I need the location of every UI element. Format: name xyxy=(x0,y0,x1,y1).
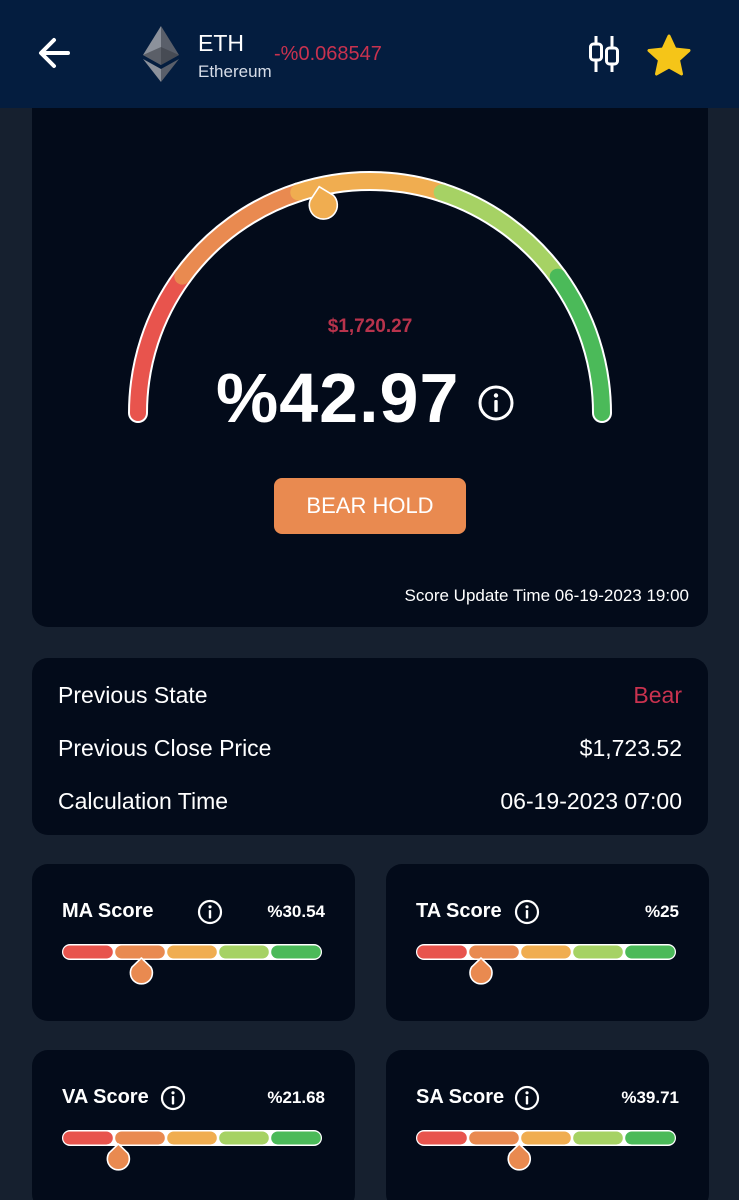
score-bar-segment xyxy=(219,945,269,959)
calculation-time-value: 06-19-2023 07:00 xyxy=(500,788,682,814)
score-bar-segment xyxy=(271,945,321,959)
score-bar-segment xyxy=(417,945,467,959)
ta-score-bar xyxy=(416,944,676,985)
score-bar-segment xyxy=(573,945,623,959)
star-icon[interactable] xyxy=(646,33,692,79)
coin-name: Ethereum xyxy=(198,62,272,81)
ta-score-percent: %25 xyxy=(644,902,679,921)
info-icon[interactable] xyxy=(196,898,224,926)
previous-close-price-label: Previous Close Price xyxy=(58,735,272,761)
ta-score-card[interactable]: TA Score %25 xyxy=(386,864,709,1021)
score-bar-segment xyxy=(469,1131,519,1145)
ma-score-title: MA Score xyxy=(62,900,154,922)
sa-score-card[interactable]: SA Score %39.71 xyxy=(386,1050,709,1200)
top-bar: ETH Ethereum -%0.068547 xyxy=(0,0,739,108)
ma-score-bar xyxy=(62,944,322,985)
score-value: %42.97 xyxy=(216,359,460,437)
score-bar-segment xyxy=(521,945,571,959)
info-icon[interactable] xyxy=(476,383,516,423)
score-gauge-card: $1,720.27 %42.97 BEAR HOLD Score Update … xyxy=(32,108,708,627)
previous-close-price-value: $1,723.52 xyxy=(579,735,682,761)
ethereum-logo-icon xyxy=(143,26,179,82)
previous-state-card: Previous State Bear Previous Close Price… xyxy=(32,658,708,835)
calculation-time-row: Calculation Time 06-19-2023 07:00 xyxy=(58,788,682,818)
sa-score-title: SA Score xyxy=(416,1086,505,1108)
score-bar-pointer xyxy=(129,957,154,985)
va-score-card[interactable]: VA Score %21.68 xyxy=(32,1050,355,1200)
score-bar-segment xyxy=(115,945,165,959)
previous-state-value: Bear xyxy=(633,682,682,708)
gauge-segment xyxy=(174,184,307,285)
score-bar-pointer xyxy=(469,957,493,985)
score-update-time: Score Update Time 06-19-2023 19:00 xyxy=(404,586,689,605)
ma-score-card[interactable]: MA Score %30.54 xyxy=(32,864,355,1021)
score-bar-segment xyxy=(63,945,113,959)
ma-score-percent: %30.54 xyxy=(267,902,325,921)
candlestick-chart-icon[interactable] xyxy=(587,34,621,74)
previous-state-label: Previous State xyxy=(58,682,208,708)
sa-score-percent: %39.71 xyxy=(621,1088,679,1107)
score-bar-segment xyxy=(271,1131,321,1145)
score-bar-segment xyxy=(625,945,675,959)
score-bar-segment xyxy=(115,1131,165,1145)
info-icon[interactable] xyxy=(159,1084,187,1112)
score-bar-segment xyxy=(573,1131,623,1145)
info-icon[interactable] xyxy=(513,898,541,926)
previous-state-row: Previous State Bear xyxy=(58,682,682,712)
current-price: $1,720.27 xyxy=(327,316,413,337)
score-bar-pointer xyxy=(106,1143,131,1171)
gauge-segment xyxy=(433,184,566,285)
score-bar-segment xyxy=(417,1131,467,1145)
va-score-bar xyxy=(62,1130,322,1171)
back-arrow-icon[interactable] xyxy=(32,30,76,76)
calculation-time-label: Calculation Time xyxy=(58,788,229,814)
score-bar-segment xyxy=(63,1131,113,1145)
gauge-segment xyxy=(130,268,191,421)
score-bar-segment xyxy=(521,1131,571,1145)
coin-symbol: ETH xyxy=(198,30,244,56)
score-bar-segment xyxy=(625,1131,675,1145)
ta-score-title: TA Score xyxy=(416,900,502,922)
va-score-percent: %21.68 xyxy=(267,1088,325,1107)
gauge-segment xyxy=(549,268,610,421)
state-badge-button[interactable]: BEAR HOLD xyxy=(274,478,466,534)
score-bar-segment xyxy=(167,945,217,959)
va-score-title: VA Score xyxy=(62,1086,149,1108)
score-bar-segment xyxy=(469,945,519,959)
score-bar-segment xyxy=(167,1131,217,1145)
info-icon[interactable] xyxy=(513,1084,541,1112)
score-bar-segment xyxy=(219,1131,269,1145)
price-change: -%0.068547 xyxy=(274,43,382,65)
sa-score-bar xyxy=(416,1130,676,1171)
previous-close-price-row: Previous Close Price $1,723.52 xyxy=(58,735,682,765)
score-bar-pointer xyxy=(507,1143,532,1171)
